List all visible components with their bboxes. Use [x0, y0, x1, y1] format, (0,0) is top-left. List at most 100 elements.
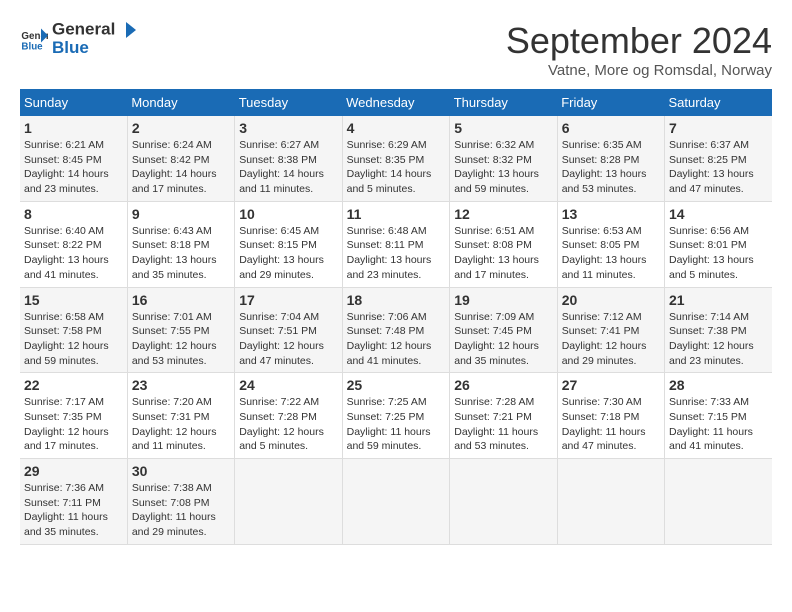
day-number: 5 [454, 120, 552, 136]
day-info: Sunrise: 6:56 AMSunset: 8:01 PMDaylight:… [669, 224, 768, 283]
day-number: 11 [347, 206, 446, 222]
day-info: Sunrise: 6:37 AMSunset: 8:25 PMDaylight:… [669, 138, 768, 197]
day-number: 29 [24, 463, 123, 479]
day-number: 4 [347, 120, 446, 136]
weekday-header-monday: Monday [127, 89, 234, 116]
weekday-header-wednesday: Wednesday [342, 89, 450, 116]
calendar-cell: 22Sunrise: 7:17 AMSunset: 7:35 PMDayligh… [20, 373, 127, 459]
day-info: Sunrise: 7:33 AMSunset: 7:15 PMDaylight:… [669, 395, 768, 454]
calendar-cell: 25 Sunrise: 7:25 AMSunset: 7:25 PMDayligh… [342, 373, 450, 459]
calendar-cell: 3Sunrise: 6:27 AMSunset: 8:38 PMDaylight… [235, 116, 342, 201]
title-area: September 2024 Vatne, More og Romsdal, N… [506, 20, 772, 79]
calendar-cell [665, 459, 773, 545]
calendar-cell: 28 Sunrise: 7:33 AMSunset: 7:15 PMDayligh… [665, 373, 773, 459]
calendar-cell: 27 Sunrise: 7:30 AMSunset: 7:18 PMDayligh… [557, 373, 664, 459]
calendar-week-row: 8 Sunrise: 6:40 AMSunset: 8:22 PMDaylight… [20, 201, 772, 287]
weekday-header-saturday: Saturday [665, 89, 773, 116]
calendar-cell: 17 Sunrise: 7:04 AMSunset: 7:51 PMDayligh… [235, 287, 342, 373]
calendar-cell: 18 Sunrise: 7:06 AMSunset: 7:48 PMDayligh… [342, 287, 450, 373]
day-number: 22 [24, 377, 123, 393]
calendar-cell: 10 Sunrise: 6:45 AMSunset: 8:15 PMDayligh… [235, 201, 342, 287]
calendar-cell: 29 Sunrise: 7:36 AMSunset: 7:11 PMDayligh… [20, 459, 127, 545]
location-subtitle: Vatne, More og Romsdal, Norway [506, 62, 772, 79]
header: General Blue General Blue September 2024… [20, 20, 772, 79]
calendar-week-row: 22Sunrise: 7:17 AMSunset: 7:35 PMDayligh… [20, 373, 772, 459]
day-number: 27 [562, 377, 660, 393]
svg-text:Blue: Blue [21, 42, 43, 53]
calendar-table: SundayMondayTuesdayWednesdayThursdayFrid… [20, 89, 772, 545]
day-number: 2 [132, 120, 230, 136]
day-number: 20 [562, 292, 660, 308]
day-info: Sunrise: 6:48 AMSunset: 8:11 PMDaylight:… [347, 224, 446, 283]
day-number: 13 [562, 206, 660, 222]
day-number: 6 [562, 120, 660, 136]
day-info: Sunrise: 7:06 AMSunset: 7:48 PMDaylight:… [347, 310, 446, 369]
day-number: 24 [239, 377, 337, 393]
calendar-cell: 9 Sunrise: 6:43 AMSunset: 8:18 PMDaylight… [127, 201, 234, 287]
calendar-cell: 6 Sunrise: 6:35 AMSunset: 8:28 PMDaylight… [557, 116, 664, 201]
day-number: 8 [24, 206, 123, 222]
calendar-cell: 24 Sunrise: 7:22 AMSunset: 7:28 PMDayligh… [235, 373, 342, 459]
calendar-cell [235, 459, 342, 545]
calendar-cell: 1 Sunrise: 6:21 AMSunset: 8:45 PMDaylight… [20, 116, 127, 201]
day-number: 12 [454, 206, 552, 222]
calendar-cell: 11 Sunrise: 6:48 AMSunset: 8:11 PMDayligh… [342, 201, 450, 287]
day-number: 23 [132, 377, 230, 393]
calendar-cell: 12 Sunrise: 6:51 AMSunset: 8:08 PMDayligh… [450, 201, 557, 287]
day-info: Sunrise: 7:12 AMSunset: 7:41 PMDaylight:… [562, 310, 660, 369]
calendar-cell: 16 Sunrise: 7:01 AMSunset: 7:55 PMDayligh… [127, 287, 234, 373]
weekday-header-friday: Friday [557, 89, 664, 116]
day-info: Sunrise: 6:21 AMSunset: 8:45 PMDaylight:… [24, 138, 123, 197]
day-number: 26 [454, 377, 552, 393]
day-info: Sunrise: 7:25 AMSunset: 7:25 PMDaylight:… [347, 395, 446, 454]
day-number: 1 [24, 120, 123, 136]
day-info: Sunrise: 7:28 AMSunset: 7:21 PMDaylight:… [454, 395, 552, 454]
day-info: Sunrise: 6:40 AMSunset: 8:22 PMDaylight:… [24, 224, 123, 283]
calendar-cell: 21 Sunrise: 7:14 AMSunset: 7:38 PMDayligh… [665, 287, 773, 373]
day-number: 19 [454, 292, 552, 308]
day-number: 25 [347, 377, 446, 393]
day-number: 17 [239, 292, 337, 308]
day-info: Sunrise: 6:32 AMSunset: 8:32 PMDaylight:… [454, 138, 552, 197]
day-number: 18 [347, 292, 446, 308]
day-number: 21 [669, 292, 768, 308]
day-info: Sunrise: 7:04 AMSunset: 7:51 PMDaylight:… [239, 310, 337, 369]
logo-icon: General Blue [20, 25, 48, 53]
day-number: 7 [669, 120, 768, 136]
day-info: Sunrise: 7:20 AMSunset: 7:31 PMDaylight:… [132, 395, 230, 454]
day-info: Sunrise: 7:22 AMSunset: 7:28 PMDaylight:… [239, 395, 337, 454]
day-number: 10 [239, 206, 337, 222]
day-info: Sunrise: 7:14 AMSunset: 7:38 PMDaylight:… [669, 310, 768, 369]
day-info: Sunrise: 6:53 AMSunset: 8:05 PMDaylight:… [562, 224, 660, 283]
day-number: 3 [239, 120, 337, 136]
day-info: Sunrise: 6:43 AMSunset: 8:18 PMDaylight:… [132, 224, 230, 283]
day-info: Sunrise: 6:24 AMSunset: 8:42 PMDaylight:… [132, 138, 230, 197]
logo-general: General [52, 19, 115, 38]
month-title: September 2024 [506, 20, 772, 62]
day-info: Sunrise: 7:38 AMSunset: 7:08 PMDaylight:… [132, 481, 230, 540]
calendar-cell [557, 459, 664, 545]
day-info: Sunrise: 7:36 AMSunset: 7:11 PMDaylight:… [24, 481, 123, 540]
day-info: Sunrise: 7:30 AMSunset: 7:18 PMDaylight:… [562, 395, 660, 454]
day-info: Sunrise: 7:01 AMSunset: 7:55 PMDaylight:… [132, 310, 230, 369]
calendar-cell: 20 Sunrise: 7:12 AMSunset: 7:41 PMDayligh… [557, 287, 664, 373]
day-number: 28 [669, 377, 768, 393]
calendar-cell: 23 Sunrise: 7:20 AMSunset: 7:31 PMDayligh… [127, 373, 234, 459]
logo: General Blue General Blue [20, 20, 137, 58]
calendar-cell: 26 Sunrise: 7:28 AMSunset: 7:21 PMDayligh… [450, 373, 557, 459]
day-number: 9 [132, 206, 230, 222]
calendar-cell: 8 Sunrise: 6:40 AMSunset: 8:22 PMDaylight… [20, 201, 127, 287]
calendar-week-row: 29 Sunrise: 7:36 AMSunset: 7:11 PMDayligh… [20, 459, 772, 545]
day-number: 16 [132, 292, 230, 308]
day-info: Sunrise: 6:45 AMSunset: 8:15 PMDaylight:… [239, 224, 337, 283]
day-info: Sunrise: 6:51 AMSunset: 8:08 PMDaylight:… [454, 224, 552, 283]
day-number: 14 [669, 206, 768, 222]
weekday-header-thursday: Thursday [450, 89, 557, 116]
weekday-header-row: SundayMondayTuesdayWednesdayThursdayFrid… [20, 89, 772, 116]
day-info: Sunrise: 7:09 AMSunset: 7:45 PMDaylight:… [454, 310, 552, 369]
calendar-cell: 5 Sunrise: 6:32 AMSunset: 8:32 PMDaylight… [450, 116, 557, 201]
calendar-cell: 19 Sunrise: 7:09 AMSunset: 7:45 PMDayligh… [450, 287, 557, 373]
day-info: Sunrise: 6:35 AMSunset: 8:28 PMDaylight:… [562, 138, 660, 197]
calendar-week-row: 15Sunrise: 6:58 AMSunset: 7:58 PMDayligh… [20, 287, 772, 373]
calendar-cell: 30Sunrise: 7:38 AMSunset: 7:08 PMDayligh… [127, 459, 234, 545]
